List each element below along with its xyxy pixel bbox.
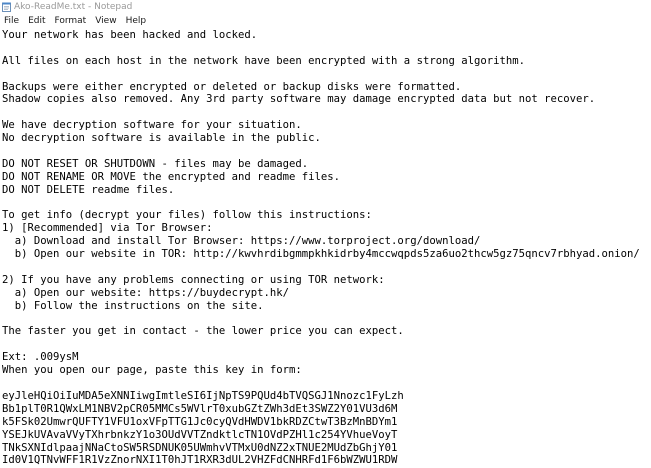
- text-line: [2, 197, 651, 210]
- text-line: TNkSXNIdlpaajNNaCtoSW5RSDNUK05UWmhvVTMxU…: [2, 441, 398, 454]
- menu-file[interactable]: File: [0, 13, 24, 29]
- text-line: We have decryption software for your sit…: [2, 119, 302, 132]
- text-line: DO NOT DELETE readme files.: [2, 183, 175, 196]
- text-line: b) Follow the instructions on the site.: [2, 299, 264, 312]
- text-line: [2, 338, 651, 351]
- text-line: No decryption software is available in t…: [2, 132, 321, 145]
- text-line: Ext: .009ysM: [2, 351, 79, 364]
- notepad-icon: [2, 2, 11, 12]
- text-line: Your network has been hacked and locked.: [2, 29, 258, 41]
- document-text[interactable]: Your network has been hacked and locked.…: [0, 29, 651, 467]
- text-editor[interactable]: Your network has been hacked and locked.…: [0, 29, 651, 468]
- text-line: YSEJkUVAvaVVyTXhrbnkzY1o3OUdVVTZndktlcTN…: [2, 428, 398, 441]
- text-line: [2, 68, 651, 81]
- text-line: a) Open our website: https://buydecrypt.…: [2, 286, 290, 299]
- text-line: k5FSk02UmwrQUFTY1VFU1oxVFpTTG1Jc0cyQVdHW…: [2, 415, 398, 428]
- text-line: Id0V1QTNvWFF1R1VzZnorNXI1T0hJT1RXR3dUL2V…: [2, 454, 398, 467]
- notepad-window: Ako-ReadMe.txt - Notepad File Edit Forma…: [0, 0, 651, 468]
- text-line: b) Open our website in TOR: http://kwvhr…: [2, 248, 640, 261]
- text-line: Shadow copies also removed. Any 3rd part…: [2, 93, 596, 106]
- text-line: 2) If you have any problems connecting o…: [2, 273, 385, 286]
- text-line: When you open our page, paste this key i…: [2, 364, 302, 377]
- text-line: [2, 145, 651, 158]
- text-line: [2, 106, 651, 119]
- title-bar: Ako-ReadMe.txt - Notepad: [0, 0, 651, 13]
- text-line: DO NOT RENAME OR MOVE the encrypted and …: [2, 170, 341, 183]
- window-title: Ako-ReadMe.txt - Notepad: [14, 1, 133, 12]
- text-line: Backups were either encrypted or deleted…: [2, 80, 462, 93]
- text-line: [2, 42, 651, 55]
- text-line: eyJleHQiOiIuMDA5eXNNIiwgImtleSI6IjNpTS9P…: [2, 389, 404, 402]
- text-line: Bb1plT0R1QWxLM1NBV2pCR05MMCs5WVlrT0xubGZ…: [2, 402, 398, 415]
- text-line: The faster you get in contact - the lowe…: [2, 325, 404, 338]
- text-line: 1) [Recommended] via Tor Browser:: [2, 222, 213, 235]
- menu-view[interactable]: View: [91, 13, 121, 29]
- text-line: a) Download and install Tor Browser: htt…: [2, 235, 481, 248]
- text-line: [2, 261, 651, 274]
- menu-bar: File Edit Format View Help: [0, 13, 651, 29]
- text-line: All files on each host in the network ha…: [2, 54, 525, 67]
- text-line: DO NOT RESET OR SHUTDOWN - files may be …: [2, 157, 309, 170]
- text-line: [2, 313, 651, 326]
- menu-help[interactable]: Help: [122, 13, 152, 29]
- text-line: To get info (decrypt your files) follow …: [2, 209, 372, 222]
- menu-edit[interactable]: Edit: [24, 13, 50, 29]
- menu-format[interactable]: Format: [51, 13, 92, 29]
- text-line: [2, 377, 651, 390]
